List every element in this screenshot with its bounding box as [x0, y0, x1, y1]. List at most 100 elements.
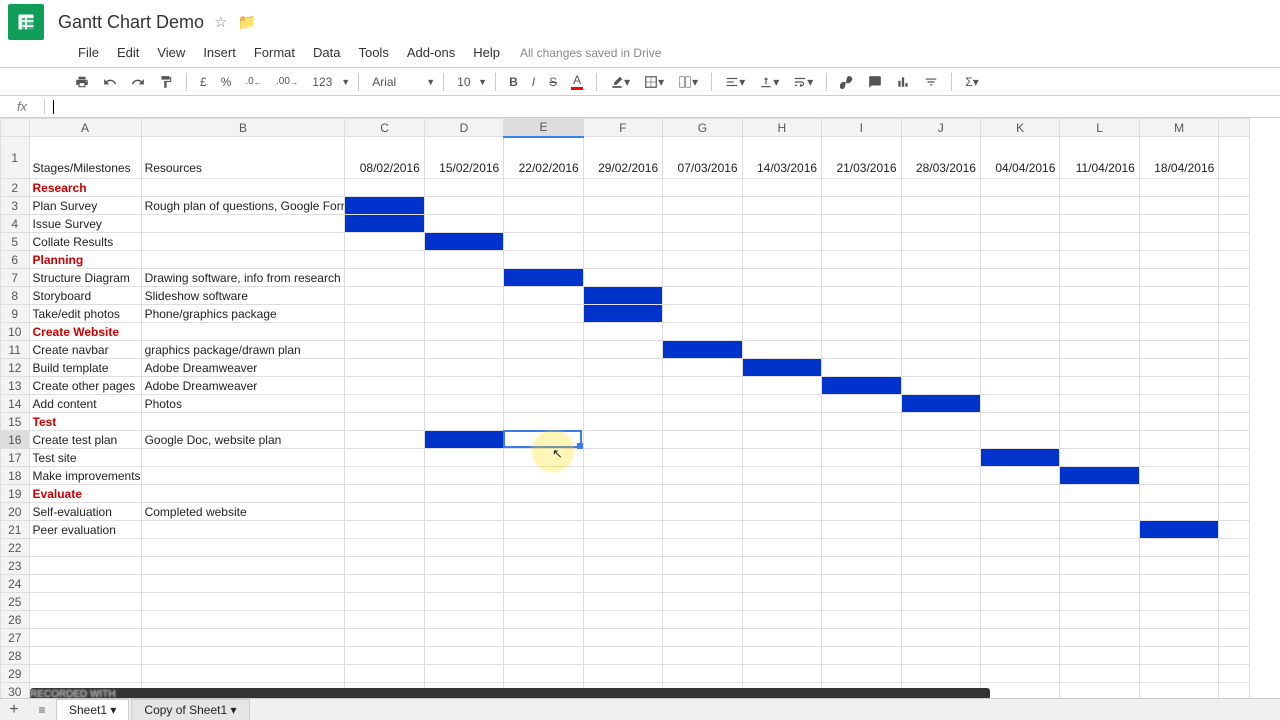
cell-J10[interactable]: [901, 323, 980, 341]
cell-K3[interactable]: [980, 197, 1059, 215]
cell-K4[interactable]: [980, 215, 1059, 233]
borders-button[interactable]: ▾: [639, 72, 669, 92]
cell-I4[interactable]: [822, 215, 901, 233]
cell-B7[interactable]: Drawing software, info from research: [141, 269, 345, 287]
cell-B13[interactable]: Adobe Dreamweaver: [141, 377, 345, 395]
cell-G18[interactable]: [663, 467, 742, 485]
cell-date-0[interactable]: 08/02/2016: [345, 137, 424, 179]
cell-L25[interactable]: [1060, 593, 1139, 611]
cell-C4[interactable]: [345, 215, 424, 233]
cell-B23[interactable]: [141, 557, 345, 575]
cell-E2[interactable]: [504, 179, 583, 197]
cell-M5[interactable]: [1139, 233, 1218, 251]
cell-H3[interactable]: [742, 197, 821, 215]
sheets-logo[interactable]: [8, 4, 44, 40]
cell-L19[interactable]: [1060, 485, 1139, 503]
cell-J26[interactable]: [901, 611, 980, 629]
cell-M17[interactable]: [1139, 449, 1218, 467]
cell-E12[interactable]: [504, 359, 583, 377]
row-head-4[interactable]: 4: [1, 215, 30, 233]
cell-D17[interactable]: [424, 449, 503, 467]
cell-D8[interactable]: [424, 287, 503, 305]
cell-C15[interactable]: [345, 413, 424, 431]
cell-J20[interactable]: [901, 503, 980, 521]
cell-date-4[interactable]: 07/03/2016: [663, 137, 742, 179]
cell-G17[interactable]: [663, 449, 742, 467]
cell-G10[interactable]: [663, 323, 742, 341]
cell-K19[interactable]: [980, 485, 1059, 503]
cell-D16[interactable]: [424, 431, 503, 449]
menu-format[interactable]: Format: [246, 42, 303, 63]
cell-M11[interactable]: [1139, 341, 1218, 359]
cell-B8[interactable]: Slideshow software: [141, 287, 345, 305]
cell-M6[interactable]: [1139, 251, 1218, 269]
cell-L15[interactable]: [1060, 413, 1139, 431]
cell-K16[interactable]: [980, 431, 1059, 449]
row-head-16[interactable]: 16: [1, 431, 30, 449]
cell-D28[interactable]: [424, 647, 503, 665]
cell-B21[interactable]: [141, 521, 345, 539]
cell-M12[interactable]: [1139, 359, 1218, 377]
cell-E21[interactable]: [504, 521, 583, 539]
row-head-29[interactable]: 29: [1, 665, 30, 683]
cell-G27[interactable]: [663, 629, 742, 647]
cell-M7[interactable]: [1139, 269, 1218, 287]
col-head-C[interactable]: C: [345, 119, 424, 137]
cell-H8[interactable]: [742, 287, 821, 305]
cell-C27[interactable]: [345, 629, 424, 647]
cell-A9[interactable]: Take/edit photos: [29, 305, 141, 323]
filter-icon[interactable]: [919, 72, 943, 92]
cell-E28[interactable]: [504, 647, 583, 665]
cell-L7[interactable]: [1060, 269, 1139, 287]
cell-L21[interactable]: [1060, 521, 1139, 539]
cell-G5[interactable]: [663, 233, 742, 251]
row-head-9[interactable]: 9: [1, 305, 30, 323]
cell-L24[interactable]: [1060, 575, 1139, 593]
cell-J16[interactable]: [901, 431, 980, 449]
cell-I13[interactable]: [822, 377, 901, 395]
cell-B15[interactable]: [141, 413, 345, 431]
wrap-button[interactable]: ▾: [788, 72, 818, 92]
cell-C13[interactable]: [345, 377, 424, 395]
format-123-button[interactable]: 123: [307, 72, 337, 92]
cell-M14[interactable]: [1139, 395, 1218, 413]
row-head-20[interactable]: 20: [1, 503, 30, 521]
cell-J17[interactable]: [901, 449, 980, 467]
cell-M25[interactable]: [1139, 593, 1218, 611]
cell-H26[interactable]: [742, 611, 821, 629]
cell-E7[interactable]: [504, 269, 583, 287]
cell-K22[interactable]: [980, 539, 1059, 557]
cell-H17[interactable]: [742, 449, 821, 467]
redo-icon[interactable]: [126, 72, 150, 92]
cell-L22[interactable]: [1060, 539, 1139, 557]
cell-B18[interactable]: [141, 467, 345, 485]
cell-A11[interactable]: Create navbar: [29, 341, 141, 359]
cell-G12[interactable]: [663, 359, 742, 377]
spreadsheet-grid[interactable]: ABCDEFGHIJKLM1Stages/MilestonesResources…: [0, 118, 1280, 714]
col-head-E[interactable]: E: [504, 119, 583, 137]
cell-H6[interactable]: [742, 251, 821, 269]
row-head-13[interactable]: 13: [1, 377, 30, 395]
cell-I19[interactable]: [822, 485, 901, 503]
cell-M8[interactable]: [1139, 287, 1218, 305]
cell-E27[interactable]: [504, 629, 583, 647]
cell-J9[interactable]: [901, 305, 980, 323]
cell-G24[interactable]: [663, 575, 742, 593]
cell-L6[interactable]: [1060, 251, 1139, 269]
cell-H22[interactable]: [742, 539, 821, 557]
cell-A28[interactable]: [29, 647, 141, 665]
cell-B4[interactable]: [141, 215, 345, 233]
cell-A5[interactable]: Collate Results: [29, 233, 141, 251]
cell-H9[interactable]: [742, 305, 821, 323]
cell-F28[interactable]: [583, 647, 662, 665]
cell-A18[interactable]: Make improvements: [29, 467, 141, 485]
cell-H2[interactable]: [742, 179, 821, 197]
menu-file[interactable]: File: [70, 42, 107, 63]
star-icon[interactable]: ☆: [214, 13, 227, 31]
cell-H15[interactable]: [742, 413, 821, 431]
menu-tools[interactable]: Tools: [350, 42, 396, 63]
cell-E5[interactable]: [504, 233, 583, 251]
cell-D14[interactable]: [424, 395, 503, 413]
cell-I3[interactable]: [822, 197, 901, 215]
cell-K25[interactable]: [980, 593, 1059, 611]
